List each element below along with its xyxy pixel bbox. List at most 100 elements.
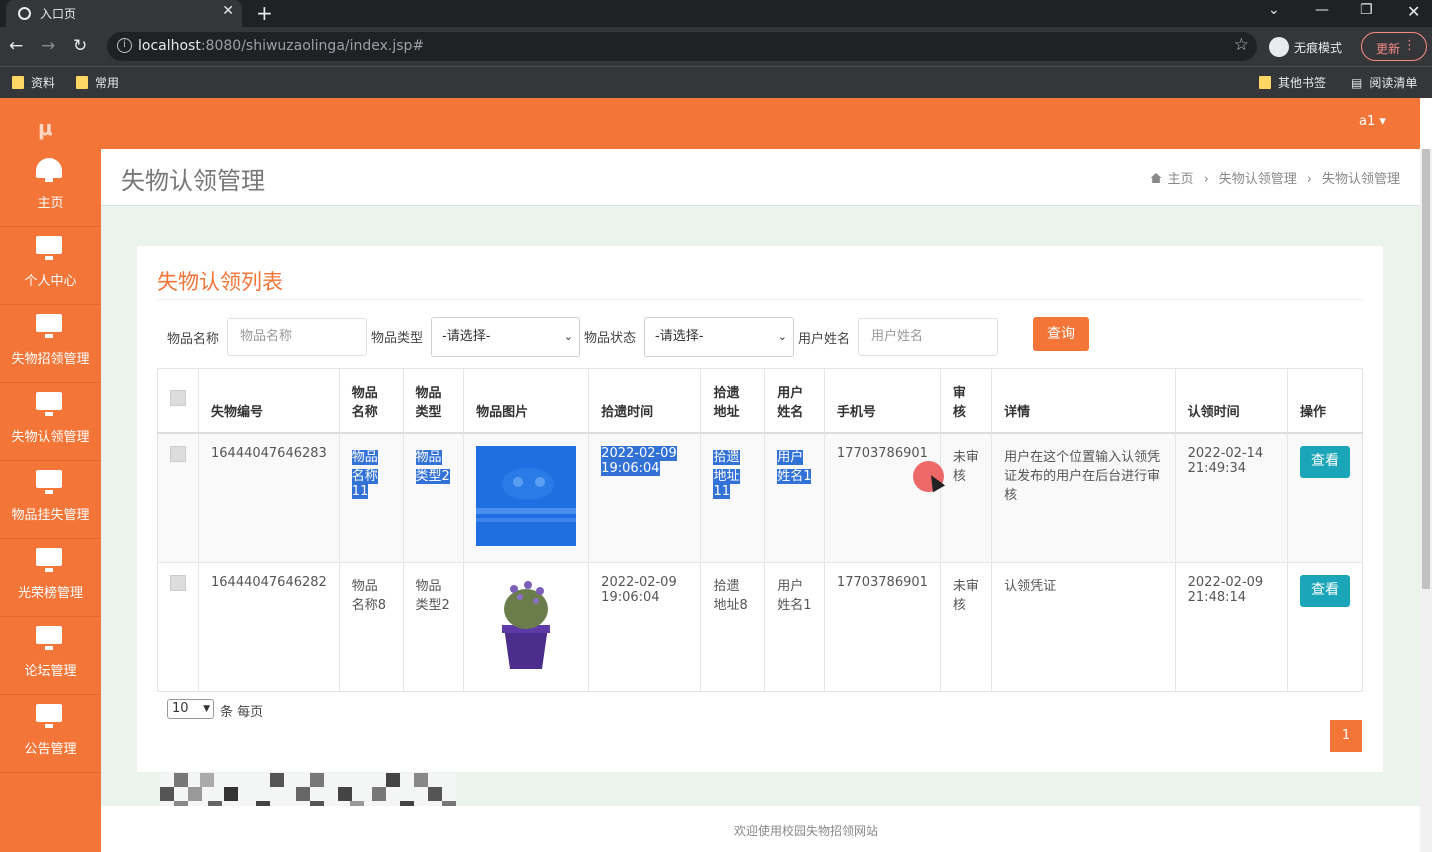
view-button[interactable]: 查看 [1300, 574, 1350, 607]
bookmark-folder-ziliao[interactable]: 资料 [12, 74, 55, 91]
new-tab-button[interactable]: + [256, 1, 273, 25]
sidebar-item-forum[interactable]: 论坛管理 [0, 617, 101, 695]
select-all-checkbox[interactable] [170, 390, 186, 407]
folder-icon [1259, 76, 1271, 89]
col-header[interactable]: 详情 [991, 368, 1176, 434]
forward-icon[interactable]: → [41, 36, 55, 56]
globe-icon [18, 7, 31, 20]
table-header-row: 失物编号 物品 名称 物品 类型 物品图片 拾遗时间 拾遗 地址 用户 姓名 手… [157, 368, 1363, 434]
sidebar: 主页 个人中心 失物招领管理 失物认领管理 物品挂失管理 光荣榜管理 论坛管理 … [0, 149, 101, 852]
update-label: 更新 [1376, 42, 1401, 56]
cell-claim-time: 2022-02-09 21:48:14 [1174, 561, 1289, 692]
close-tab-icon[interactable]: ✕ [222, 3, 234, 19]
monitor-icon [36, 626, 62, 650]
col-header[interactable]: 物品图片 [463, 368, 590, 434]
panel-title: 失物认领列表 [157, 270, 283, 294]
monitor-icon [36, 470, 62, 494]
page-number-button[interactable]: 1 [1330, 720, 1362, 752]
bookmark-folder-other[interactable]: 其他书签 [1259, 74, 1326, 91]
reading-list[interactable]: ▤ 阅读清单 [1351, 74, 1417, 91]
cell-address: 拾遗地址11 [700, 432, 766, 563]
cell-name-text: 物品名称11 [351, 449, 378, 499]
folder-icon [12, 76, 24, 89]
divider [157, 299, 1363, 300]
cell-user: 用户姓名1 [764, 561, 825, 692]
sidebar-item-honor-board[interactable]: 光荣榜管理 [0, 539, 101, 617]
sidebar-item-found-items[interactable]: 失物招领管理 [0, 305, 101, 383]
col-header[interactable]: 用户 姓名 [764, 368, 825, 434]
col-header[interactable]: 失物编号 [198, 368, 340, 434]
cell-action: 查看 [1287, 561, 1363, 692]
row-checkbox[interactable] [170, 445, 186, 462]
row-select-cell [157, 561, 199, 692]
breadcrumb-separator: › [1306, 172, 1312, 187]
sidebar-item-personal-center[interactable]: 个人中心 [0, 227, 101, 305]
item-status-select[interactable]: -请选择- ⌄ [644, 317, 794, 357]
item-type-value: -请选择- [442, 329, 491, 344]
cell-time-text: 2022-02-09 19:06:04 [601, 445, 677, 476]
cell-audit: 未审核 [939, 561, 993, 692]
bookmark-star-icon[interactable]: ☆ [1234, 35, 1249, 55]
item-image-lavender-pot[interactable] [476, 574, 577, 675]
col-header[interactable]: 拾遗时间 [588, 368, 702, 434]
chevron-down-icon: ▼ [203, 704, 210, 714]
monitor-icon [36, 392, 62, 416]
reading-list-label: 阅读清单 [1369, 76, 1418, 90]
page-size-select[interactable]: 10 ▼ [167, 699, 214, 719]
view-button[interactable]: 查看 [1300, 445, 1350, 478]
col-header[interactable]: 拾遗 地址 [700, 368, 766, 434]
row-checkbox[interactable] [170, 574, 186, 591]
kebab-menu-icon[interactable]: ⋮ [1403, 38, 1416, 53]
col-header: 操作 [1287, 368, 1363, 434]
address-bar[interactable]: i localhost:8080/shiwuzaolinga/index.jsp… [107, 32, 1257, 61]
item-type-select[interactable]: -请选择- ⌄ [431, 317, 580, 357]
incognito-indicator[interactable]: 无痕模式 [1266, 32, 1354, 61]
breadcrumb-section[interactable]: 失物认领管理 [1219, 172, 1297, 187]
select-all-cell [157, 368, 199, 434]
breadcrumb-separator: › [1203, 172, 1209, 187]
col-header[interactable]: 手机号 [823, 368, 941, 434]
home-icon [1150, 173, 1162, 183]
cell-phone: 17703786901 [823, 432, 941, 563]
claims-table: 失物编号 物品 名称 物品 类型 物品图片 拾遗时间 拾遗 地址 用户 姓名 手… [157, 368, 1363, 692]
update-button[interactable]: 更新 ⋮ [1361, 32, 1427, 61]
cell-name: 物品名称11 [338, 432, 404, 563]
cell-audit: 未审核 [939, 432, 993, 563]
minimize-icon[interactable]: — [1315, 2, 1329, 18]
col-header[interactable]: 审 核 [939, 368, 993, 434]
sidebar-item-claims[interactable]: 失物认领管理 [0, 383, 101, 461]
sidebar-item-home[interactable]: 主页 [0, 149, 101, 227]
col-header[interactable]: 认领时间 [1174, 368, 1289, 434]
page-scrollbar[interactable] [1420, 149, 1432, 852]
item-name-input[interactable]: 物品名称 [227, 318, 367, 356]
table-row: 16444047646282 物品名称8 物品类型2 2022-02-09 19… [157, 561, 1363, 692]
tab-search-icon[interactable]: ⌄ [1268, 2, 1280, 18]
info-icon[interactable]: i [117, 38, 132, 53]
app-header [0, 98, 1420, 149]
claims-list-panel: 失物认领列表 物品名称 物品名称 物品类型 -请选择- ⌄ 物品状态 -请选择- ⌄… [137, 246, 1383, 772]
reload-icon[interactable]: ↻ [73, 36, 87, 56]
query-button[interactable]: 查询 [1033, 317, 1089, 351]
sidebar-item-announcements[interactable]: 公告管理 [0, 695, 101, 773]
user-name-input[interactable]: 用户姓名 [858, 318, 998, 356]
item-image-blue[interactable] [476, 445, 577, 546]
browser-tab[interactable]: 入口页 ✕ [6, 0, 242, 27]
close-window-icon[interactable]: ✕ [1407, 2, 1420, 21]
col-header[interactable]: 物品 类型 [402, 368, 465, 434]
cell-image [463, 561, 590, 692]
bookmark-folder-changyong[interactable]: 常用 [76, 74, 119, 91]
user-menu[interactable]: a1 ▾ [1359, 114, 1386, 129]
scrollbar-thumb[interactable] [1422, 149, 1430, 589]
bookmark-label: 其他书签 [1278, 76, 1327, 90]
breadcrumb: 主页 › 失物认领管理 › 失物认领管理 [1150, 168, 1400, 187]
breadcrumb-home[interactable]: 主页 [1168, 172, 1194, 187]
cell-type: 物品类型2 [402, 561, 465, 692]
row-select-cell [157, 432, 199, 563]
col-header[interactable]: 物品 名称 [338, 368, 404, 434]
restore-icon[interactable]: ❐ [1360, 2, 1373, 18]
sidebar-item-lost-reports[interactable]: 物品挂失管理 [0, 461, 101, 539]
chevron-down-icon: ⌄ [777, 330, 787, 343]
back-icon[interactable]: ← [9, 36, 23, 56]
cell-address-text: 拾遗地址11 [713, 449, 740, 499]
cell-detail: 用户在这个位置输入认领凭证发布的用户在后台进行审核 [991, 432, 1176, 563]
